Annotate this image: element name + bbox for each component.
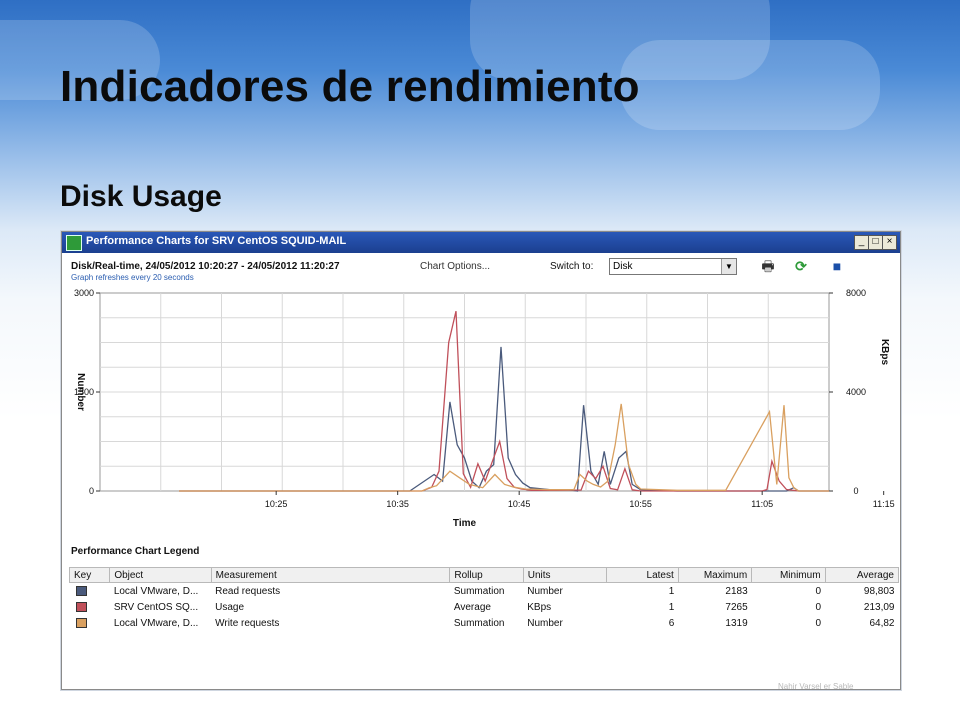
legend-header-row: Key Object Measurement Rollup Units Late…: [68, 567, 900, 583]
column-header-maximum[interactable]: Maximum: [677, 567, 753, 583]
legend-units: Number: [527, 617, 563, 629]
y2-tick-label: 0: [853, 486, 858, 496]
series-color-swatch[interactable]: [75, 585, 87, 596]
performance-chart-window: Performance Charts for SRV CentOS SQUID-…: [61, 231, 901, 690]
legend-average: 213,09: [863, 601, 895, 613]
x-axis-label: Time: [453, 518, 477, 529]
legend-latest: 1: [668, 601, 675, 613]
y-tick-label: 3000: [74, 288, 94, 298]
legend-table: Key Object Measurement Rollup Units Late…: [68, 567, 900, 631]
y-axis-label: Number: [75, 373, 86, 411]
legend-row[interactable]: Local VMware, D... Read requests Summati…: [70, 583, 899, 600]
legend-object: Local VMware, D...: [113, 585, 199, 597]
legend-units: Number: [527, 585, 563, 597]
y2-tick-label: 4000: [846, 387, 866, 397]
column-header-key[interactable]: Key: [68, 567, 111, 583]
performance-line-chart: 30001500080004000010:25 10:35 10:45 10:55 11…: [74, 288, 895, 529]
background-shape: [620, 40, 880, 130]
legend-rollup: Summation: [453, 617, 505, 629]
legend-minimum: 0: [815, 617, 822, 629]
legend-minimum: 0: [815, 601, 822, 613]
x-tick-label: 10:55: [629, 499, 652, 509]
legend-minimum: 0: [815, 585, 822, 597]
y-tick-label: 0: [89, 486, 94, 496]
column-header-units[interactable]: Units: [522, 567, 608, 583]
column-header-measurement[interactable]: Measurement: [210, 567, 451, 583]
x-tick-label: 11:15: [873, 499, 895, 509]
legend-maximum: 1319: [725, 617, 748, 629]
column-header-latest[interactable]: Latest: [606, 567, 679, 583]
legend-maximum: 7265: [725, 601, 748, 613]
column-header-rollup[interactable]: Rollup: [449, 567, 524, 583]
column-header-average[interactable]: Average: [824, 567, 900, 583]
legend-object: SRV CentOS SQ...: [113, 601, 199, 613]
legend-title: Performance Chart Legend: [71, 546, 200, 557]
x-tick-label: 10:35: [386, 499, 409, 509]
legend-latest: 6: [668, 617, 675, 629]
legend-maximum: 2183: [725, 585, 748, 597]
legend-measurement: Read requests: [215, 585, 281, 597]
y2-axis-label: KBps: [879, 339, 890, 366]
legend-latest: 1: [668, 585, 675, 597]
legend-object: Local VMware, D...: [113, 617, 199, 629]
x-tick-label: 11:05: [751, 499, 773, 509]
series-color-swatch[interactable]: [75, 617, 87, 628]
legend-row[interactable]: SRV CentOS SQ... Usage Average KBps 1 72…: [70, 599, 899, 615]
x-tick-label: 10:45: [508, 499, 531, 509]
x-tick-label: 10:25: [265, 499, 288, 509]
legend-row[interactable]: Local VMware, D... Write requests Summat…: [70, 615, 899, 631]
y2-tick-label: 8000: [846, 288, 866, 298]
column-header-minimum[interactable]: Minimum: [751, 567, 826, 583]
legend-average: 98,803: [863, 585, 895, 597]
legend-measurement: Usage: [215, 601, 245, 613]
slide-footer-text: Nahir Varsel er Sable: [778, 682, 854, 691]
series-color-swatch[interactable]: [75, 601, 87, 612]
legend-rollup: Summation: [453, 585, 505, 597]
slide-subtitle: Disk Usage: [60, 180, 222, 213]
legend-measurement: Write requests: [215, 617, 280, 629]
column-header-object[interactable]: Object: [109, 567, 212, 583]
legend-units: KBps: [527, 601, 552, 613]
slide-title: Indicadores de rendimiento: [60, 62, 640, 111]
legend-rollup: Average: [453, 601, 491, 613]
legend-average: 64,82: [869, 617, 895, 629]
